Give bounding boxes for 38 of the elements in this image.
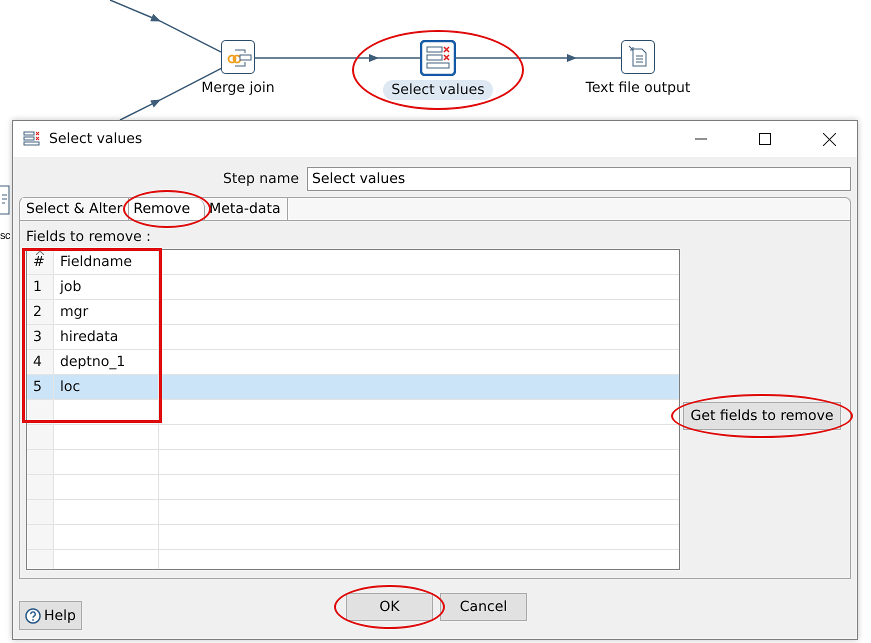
row-number: 2 — [27, 300, 54, 324]
column-header[interactable]: # — [27, 250, 54, 274]
row-number: 1 — [27, 275, 54, 299]
document-icon[interactable] — [621, 40, 655, 74]
step-label[interactable]: Select values — [383, 80, 493, 100]
step-label[interactable]: Merge join — [193, 78, 283, 98]
help-button[interactable]: Help — [19, 601, 82, 630]
table-cell: deptno_1 — [54, 350, 159, 374]
select-values-icon — [23, 131, 41, 147]
step-name-label: Step name — [222, 171, 299, 187]
table-row[interactable]: 2 mgr — [27, 300, 679, 325]
step-label: sc — [0, 230, 10, 242]
table-row[interactable]: 3 hiredata — [27, 325, 679, 350]
fields-label: Fields to remove : — [26, 229, 152, 245]
window-title: Select values — [49, 131, 142, 147]
column-header[interactable]: Fieldname — [54, 250, 159, 274]
step-name-field[interactable]: Select values — [307, 167, 851, 191]
table-cell: loc — [54, 375, 159, 399]
row-number: 4 — [27, 350, 54, 374]
table-cell: job — [54, 275, 159, 299]
step-icon — [0, 185, 10, 215]
close-icon — [822, 132, 836, 146]
sort-caret-icon — [36, 251, 44, 255]
step-label[interactable]: Text file output — [578, 78, 698, 98]
help-icon — [25, 608, 41, 624]
ok-button[interactable]: OK — [346, 593, 433, 621]
get-fields-button[interactable]: Get fields to remove — [683, 402, 841, 430]
maximize-icon — [759, 133, 771, 145]
merge-join-icon[interactable] — [221, 40, 255, 74]
select-values-icon[interactable] — [420, 40, 456, 76]
tab[interactable]: Select & Alter — [22, 198, 130, 220]
table-row[interactable]: 5 loc — [27, 375, 679, 400]
cancel-button[interactable]: Cancel — [440, 593, 527, 621]
row-number: 3 — [27, 325, 54, 349]
tab[interactable]: Remove — [129, 198, 206, 220]
table-row[interactable]: 1 job — [27, 275, 679, 300]
table-cell: mgr — [54, 300, 159, 324]
table-cell: hiredata — [54, 325, 159, 349]
